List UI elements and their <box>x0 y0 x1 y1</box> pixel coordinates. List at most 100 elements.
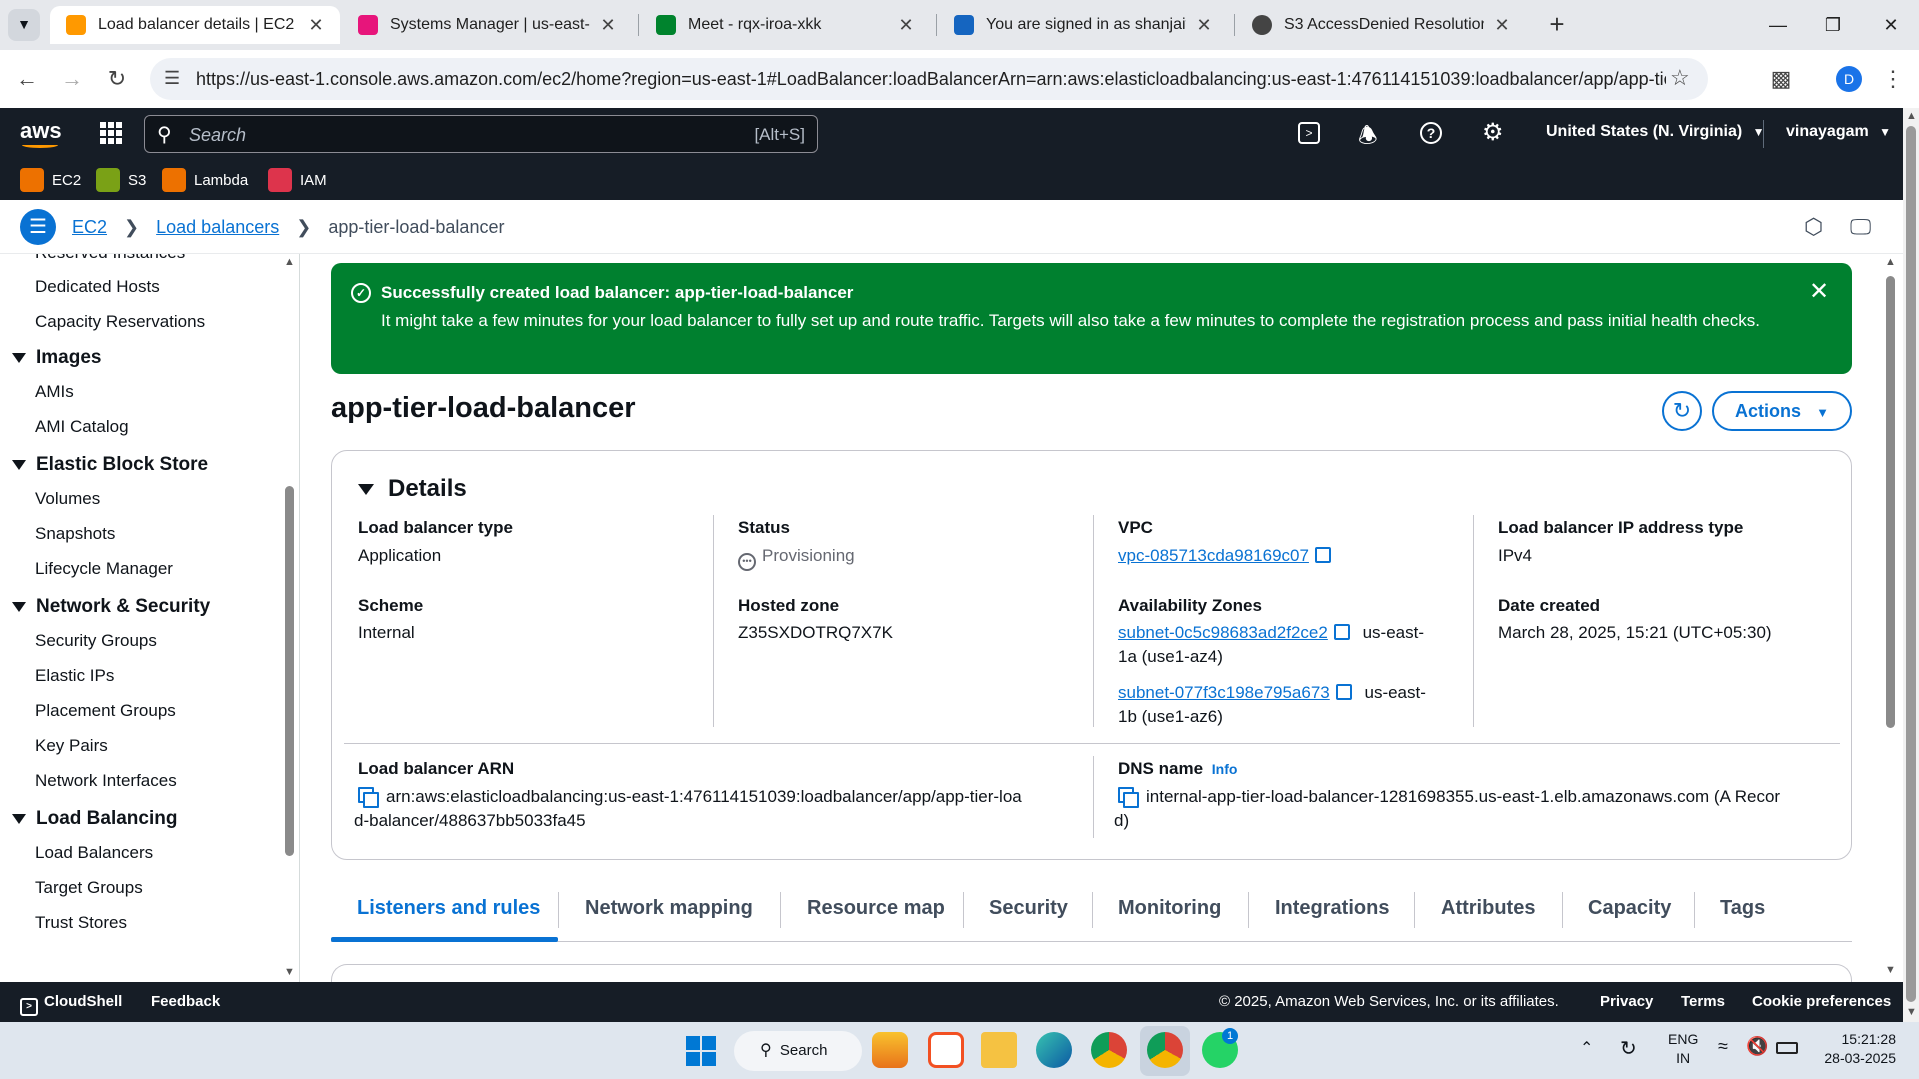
sidebar-item-trust-stores[interactable]: Trust Stores <box>35 913 127 933</box>
edge-icon[interactable] <box>1036 1032 1072 1068</box>
wifi-icon[interactable]: ≈ <box>1718 1036 1728 1057</box>
minimize-icon[interactable]: — <box>1755 10 1801 40</box>
dismiss-close-icon[interactable]: ✕ <box>1809 277 1829 306</box>
language-indicator[interactable]: ENG IN <box>1668 1030 1698 1068</box>
page-scrollbar-thumb[interactable] <box>1906 126 1916 1002</box>
tab-network-mapping[interactable]: Network mapping <box>585 897 753 920</box>
forward-icon[interactable]: → <box>55 62 89 96</box>
main-scrollbar-thumb[interactable] <box>1886 276 1895 728</box>
favorite-lambda[interactable]: Lambda <box>162 168 248 192</box>
settings-gear-icon[interactable]: ⚙ <box>1482 118 1504 147</box>
main-scroll-down-icon[interactable]: ▼ <box>1885 964 1896 976</box>
bookmark-star-icon[interactable]: ☆ <box>1670 65 1690 91</box>
browser-tab[interactable]: S3 AccessDenied Resolution ✕ <box>1236 6 1526 44</box>
tab-monitoring[interactable]: Monitoring <box>1118 897 1221 920</box>
refresh-button[interactable]: ↻ <box>1662 391 1702 431</box>
page-scroll-down-icon[interactable]: ▼ <box>1906 1006 1917 1018</box>
sidebar-item-amis[interactable]: AMIs <box>35 382 74 402</box>
sidebar-item-snapshots[interactable]: Snapshots <box>35 524 115 544</box>
sidebar-item-network-interfaces[interactable]: Network Interfaces <box>35 771 177 791</box>
new-tab-button[interactable]: + <box>1540 8 1574 42</box>
vpc-link[interactable]: vpc-085713cda98169c07 <box>1118 546 1331 566</box>
close-tab-icon[interactable]: ✕ <box>598 15 618 36</box>
sync-icon[interactable]: ↻ <box>1620 1036 1637 1061</box>
show-hidden-icons[interactable]: ⌃ <box>1580 1038 1593 1058</box>
services-grid-icon[interactable] <box>100 122 122 144</box>
profile-avatar[interactable]: D <box>1836 66 1862 92</box>
clock[interactable]: 15:21:28 28-03-2025 <box>1816 1030 1896 1068</box>
dns-info-link[interactable]: Info <box>1212 761 1238 777</box>
aws-logo[interactable]: aws <box>20 118 62 144</box>
cookie-preferences-link[interactable]: Cookie preferences <box>1752 993 1891 1010</box>
sidebar-item-key-pairs[interactable]: Key Pairs <box>35 736 108 756</box>
sidebar-item-load-balancers[interactable]: Load Balancers <box>35 843 153 863</box>
sidebar-item-capacity-reservations[interactable]: Capacity Reservations <box>35 312 205 332</box>
chrome-profile-icon[interactable] <box>1147 1032 1183 1068</box>
omnibox[interactable]: ☰ https://us-east-1.console.aws.amazon.c… <box>150 58 1708 100</box>
close-tab-icon[interactable]: ✕ <box>306 15 326 36</box>
account-menu[interactable]: vinayagam ▼ <box>1786 123 1891 141</box>
sidebar-item-placement-groups[interactable]: Placement Groups <box>35 701 176 721</box>
page-scrollbar[interactable]: ▲ ▼ <box>1903 108 1919 1022</box>
sidebar-item-target-groups[interactable]: Target Groups <box>35 878 143 898</box>
display-settings-icon[interactable]: 🖵 <box>1850 214 1871 240</box>
copy-icon[interactable] <box>1118 787 1139 808</box>
sidebar-scroll-up-icon[interactable]: ▲ <box>284 256 295 268</box>
restore-icon[interactable]: ❐ <box>1810 10 1856 40</box>
sidebar-section-network-security[interactable]: Network & Security <box>12 596 210 618</box>
close-tab-icon[interactable]: ✕ <box>1194 15 1214 36</box>
cloudshell-icon[interactable]: > <box>1298 122 1320 144</box>
close-window-icon[interactable]: ✕ <box>1868 10 1914 40</box>
close-tab-icon[interactable]: ✕ <box>1492 15 1512 36</box>
privacy-link[interactable]: Privacy <box>1600 993 1653 1010</box>
sidebar-scrollbar-thumb[interactable] <box>285 486 294 856</box>
actions-button[interactable]: Actions ▼ <box>1712 391 1852 431</box>
sidebar-scroll-down-icon[interactable]: ▼ <box>284 966 295 978</box>
browser-tab[interactable]: You are signed in as shanjaiysb ✕ <box>938 6 1228 44</box>
tab-resource-map[interactable]: Resource map <box>807 897 945 920</box>
sidebar-item-ami-catalog[interactable]: AMI Catalog <box>35 417 129 437</box>
settings-hex-icon[interactable]: ⬡ <box>1804 214 1823 240</box>
site-info-icon[interactable]: ☰ <box>164 68 180 89</box>
region-selector[interactable]: United States (N. Virginia) ▼ <box>1546 123 1765 141</box>
tab-search-button[interactable]: ▼ <box>8 9 40 41</box>
browser-tab[interactable]: Meet - rqx-iroa-xkk ✕ <box>640 6 930 44</box>
sidebar-item-dedicated-hosts[interactable]: Dedicated Hosts <box>35 277 160 297</box>
breadcrumb-load-balancers[interactable]: Load balancers <box>156 217 279 237</box>
volume-muted-icon[interactable]: 🔇 <box>1746 1036 1768 1057</box>
page-scroll-up-icon[interactable]: ▲ <box>1906 110 1917 122</box>
tab-capacity[interactable]: Capacity <box>1588 897 1671 920</box>
widgets-icon[interactable] <box>872 1032 908 1068</box>
taskbar-search[interactable]: ⚲ Search <box>734 1031 862 1071</box>
file-explorer-icon[interactable] <box>981 1032 1017 1068</box>
sidebar-item-volumes[interactable]: Volumes <box>35 489 100 509</box>
close-tab-icon[interactable]: ✕ <box>896 15 916 36</box>
sidebar-section-load-balancing[interactable]: Load Balancing <box>12 808 177 830</box>
aws-search-input[interactable]: ⚲ Search [Alt+S] <box>144 115 818 153</box>
reload-icon[interactable]: ↻ <box>100 62 134 96</box>
side-nav-toggle-icon[interactable]: ☰ <box>20 209 56 245</box>
tab-security[interactable]: Security <box>989 897 1068 920</box>
url-text[interactable]: https://us-east-1.console.aws.amazon.com… <box>196 69 1666 90</box>
main-scroll-up-icon[interactable]: ▲ <box>1885 256 1896 268</box>
favorite-s3[interactable]: S3 <box>96 168 146 192</box>
extensions-icon[interactable]: ▩ <box>1764 62 1798 96</box>
copy-icon[interactable] <box>358 787 379 808</box>
microsoft-store-icon[interactable] <box>928 1032 964 1068</box>
sidebar-item-reserved-instances[interactable]: Reserved Instances <box>35 254 185 263</box>
notifications-bell-icon[interactable]: 🕭 <box>1358 119 1378 157</box>
browser-menu-icon[interactable]: ⋮ <box>1876 62 1910 96</box>
windows-start-icon[interactable] <box>686 1036 716 1066</box>
details-expand-toggle[interactable]: Details <box>358 475 467 503</box>
back-icon[interactable]: ← <box>10 62 44 96</box>
subnet-link[interactable]: subnet-077f3c198e795a673 <box>1118 683 1330 702</box>
tab-listeners-and-rules[interactable]: Listeners and rules <box>357 897 540 920</box>
feedback-link[interactable]: Feedback <box>151 993 220 1010</box>
sidebar-item-lifecycle-manager[interactable]: Lifecycle Manager <box>35 559 173 579</box>
tab-tags[interactable]: Tags <box>1720 897 1765 920</box>
browser-tab-active[interactable]: Load balancer details | EC2 | us- ✕ <box>50 6 340 44</box>
help-icon[interactable]: ? <box>1420 122 1442 144</box>
chrome-icon[interactable] <box>1091 1032 1127 1068</box>
cloudshell-button[interactable]: > CloudShell <box>20 993 122 1016</box>
battery-icon[interactable] <box>1776 1042 1798 1054</box>
